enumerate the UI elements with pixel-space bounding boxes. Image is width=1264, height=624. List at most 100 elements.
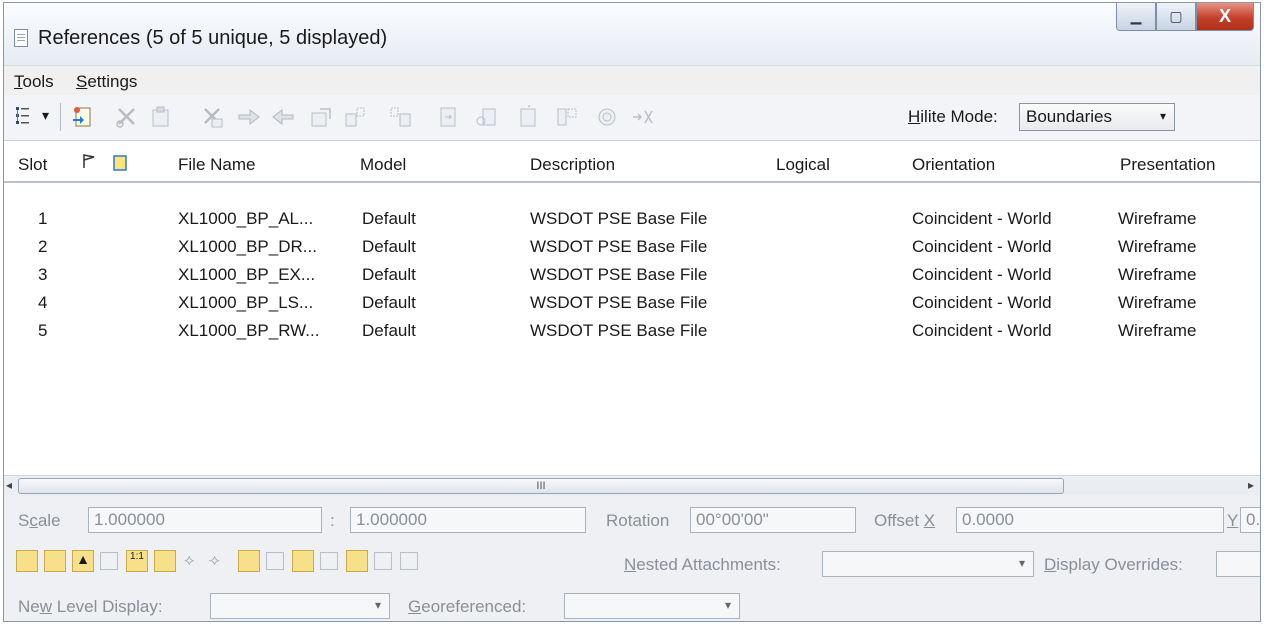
column-description[interactable]: Description <box>530 155 615 175</box>
cell-presentation: Wireframe <box>1118 209 1197 228</box>
clipboard-icon[interactable] <box>148 105 174 129</box>
scroll-right-icon[interactable]: ▸ <box>1248 478 1254 492</box>
exchange-icon[interactable] <box>630 105 656 129</box>
link-icon[interactable] <box>400 552 418 570</box>
scroll-left-icon[interactable]: ◂ <box>6 478 12 492</box>
menu-tools-hotkey: T <box>14 72 23 91</box>
new-level-display-select[interactable]: ▾ <box>210 593 390 619</box>
table-row[interactable]: 3 XL1000_BP_EX... Default WSDOT PSE Base… <box>4 261 1260 289</box>
scale-separator: : <box>330 511 335 530</box>
nested-attachments-label: Nested Attachments: <box>624 555 781 575</box>
menu-tools[interactable]: Tools <box>14 72 54 92</box>
list-header: Slot File Name Model Description Logical… <box>4 141 1260 183</box>
offset-x-label-text: Offset <box>874 511 924 530</box>
cell-model: Default <box>362 265 416 284</box>
maximize-button[interactable]: ▢ <box>1156 3 1196 31</box>
chevron-down-icon: ▾ <box>1159 109 1166 123</box>
column-orientation[interactable]: Orientation <box>912 155 995 175</box>
hilite-mode-hotkey: H <box>908 107 921 126</box>
raster-icon[interactable] <box>238 550 260 572</box>
chart-icon[interactable] <box>346 550 368 572</box>
locate-toggle-icon[interactable]: ▲ <box>72 550 94 572</box>
column-presentation[interactable]: Presentation <box>1120 155 1215 175</box>
scale-hotkey: c <box>29 511 38 530</box>
delete-clip-icon[interactable] <box>594 105 620 129</box>
menu-settings[interactable]: Settings <box>76 72 137 92</box>
close-button[interactable]: X <box>1196 3 1254 31</box>
scissors-icon[interactable] <box>200 105 226 129</box>
clip-mask-icon[interactable] <box>516 104 542 129</box>
offset-y-field[interactable]: 0.0 <box>1240 507 1260 533</box>
rotation-field[interactable]: 00°00'00" <box>690 507 856 533</box>
tree-view-icon[interactable] <box>14 105 40 129</box>
offset-x-field[interactable]: 0.0000 <box>956 507 1224 533</box>
mirror-horizontal-icon[interactable] <box>388 105 414 129</box>
cell-slot: 3 <box>38 265 48 284</box>
menu-settings-hotkey: S <box>76 72 88 91</box>
horizontal-scrollbar[interactable]: ◂ III ▸ <box>4 475 1260 495</box>
cell-model: Default <box>362 293 416 312</box>
menu-settings-label: ettings <box>87 72 138 91</box>
close-icon: X <box>1218 6 1231 26</box>
display-toggle-icon[interactable] <box>16 550 38 572</box>
attach-reference-icon[interactable] <box>70 105 96 129</box>
document-icon <box>14 29 28 47</box>
scale-master-field[interactable]: 1.000000 <box>88 507 322 533</box>
cell-presentation: Wireframe <box>1118 265 1197 284</box>
cell-slot: 4 <box>38 293 48 312</box>
nested-attachments-select[interactable]: ▾ <box>822 551 1034 577</box>
table-row[interactable]: 4 XL1000_BP_LS... Default WSDOT PSE Base… <box>4 289 1260 317</box>
display-overrides-label: Display Overrides: <box>1044 555 1183 575</box>
cell-file-name: XL1000_BP_EX... <box>178 265 316 284</box>
column-logical[interactable]: Logical <box>776 155 830 175</box>
cell-slot: 5 <box>38 321 48 340</box>
global-linestyle-icon[interactable]: ⟡ <box>184 552 195 570</box>
scale-icon[interactable] <box>308 105 334 129</box>
column-slot[interactable]: Slot <box>18 155 47 175</box>
cell-presentation: Wireframe <box>1118 321 1197 340</box>
treat-as-element-icon[interactable]: ⟢ <box>208 552 220 570</box>
table-row[interactable]: 1 XL1000_BP_AL... Default WSDOT PSE Base… <box>4 205 1260 233</box>
display-overrides-hotkey: D <box>1044 555 1057 574</box>
tree-dropdown-arrow[interactable]: ▾ <box>42 107 49 124</box>
rotate-icon[interactable] <box>342 105 368 129</box>
window-title: References (5 of 5 unique, 5 displayed) <box>38 27 388 49</box>
offset-x-label: Offset X <box>874 511 935 531</box>
level-display-icon[interactable] <box>266 552 284 570</box>
georeferenced-select[interactable]: ▾ <box>564 593 740 619</box>
folder-icon[interactable] <box>374 552 392 570</box>
new-level-display-hotkey: w <box>39 597 53 616</box>
clip-boundary-icon[interactable] <box>474 105 500 129</box>
column-model[interactable]: Model <box>360 155 406 175</box>
clip-front-icon[interactable] <box>554 105 580 129</box>
cell-presentation: Wireframe <box>1118 293 1197 312</box>
detach-icon[interactable] <box>114 105 140 129</box>
minimize-button[interactable]: ▁ <box>1116 3 1156 31</box>
scrollbar-thumb[interactable]: III <box>18 478 1064 494</box>
move-icon[interactable] <box>236 105 262 129</box>
scale-line-styles-icon[interactable] <box>154 550 176 572</box>
display-overrides-select[interactable] <box>1216 551 1260 577</box>
hilite-mode-value: Boundaries <box>1026 107 1113 126</box>
true-scale-icon[interactable]: 1:1 <box>126 550 148 572</box>
ignore-attachment-icon[interactable] <box>100 552 118 570</box>
references-list[interactable]: 1 XL1000_BP_AL... Default WSDOT PSE Base… <box>4 183 1260 475</box>
file-display-icon[interactable] <box>112 154 128 177</box>
flag-icon[interactable] <box>82 153 96 174</box>
hilite-mode-select[interactable]: Boundaries ▾ <box>1019 103 1175 131</box>
scale-label: Scale <box>18 511 61 531</box>
snap-toggle-icon[interactable] <box>44 550 66 572</box>
copy-icon[interactable] <box>270 105 296 129</box>
title-bar[interactable]: References (5 of 5 unique, 5 displayed) … <box>4 3 1260 65</box>
table-row[interactable]: 5 XL1000_BP_RW... Default WSDOT PSE Base… <box>4 317 1260 345</box>
table-row[interactable]: 2 XL1000_BP_DR... Default WSDOT PSE Base… <box>4 233 1260 261</box>
display-overrides-label-text: isplay Overrides: <box>1056 555 1183 574</box>
scale-reference-field[interactable]: 1.000000 <box>350 507 586 533</box>
lights-icon[interactable] <box>292 550 314 572</box>
mirror-vertical-icon[interactable] <box>436 105 462 129</box>
cell-orientation: Coincident - World <box>912 237 1052 256</box>
menu-bar: Tools Settings <box>4 65 1260 95</box>
cell-orientation: Coincident - World <box>912 321 1052 340</box>
column-file-name[interactable]: File Name <box>178 155 255 175</box>
print-icon[interactable] <box>320 552 338 570</box>
